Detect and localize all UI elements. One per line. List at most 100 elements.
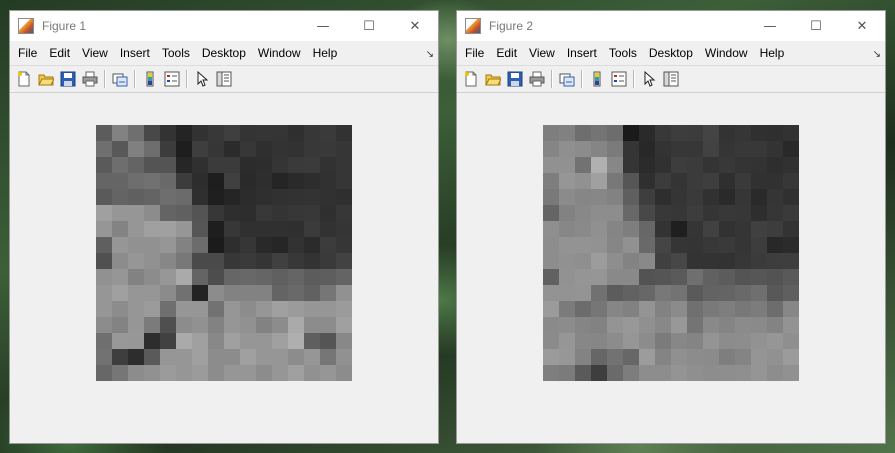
menu-tools[interactable]: Tools [603,41,643,65]
image-pixel [208,189,224,205]
image-axes[interactable] [543,125,799,381]
image-pixel [160,317,176,333]
image-pixel [543,237,559,253]
insert-legend-icon[interactable] [609,69,629,89]
image-pixel [176,365,192,381]
title-bar[interactable]: Figure 1 — ☐ ✕ [10,11,438,41]
save-icon[interactable] [58,69,78,89]
edit-plot-icon[interactable] [192,69,212,89]
menu-help[interactable]: Help [307,41,344,65]
image-pixel [208,157,224,173]
image-pixel [304,157,320,173]
insert-colorbar-icon[interactable] [587,69,607,89]
new-figure-icon[interactable] [461,69,481,89]
image-pixel [208,285,224,301]
image-pixel [655,253,671,269]
window-title: Figure 2 [489,19,534,33]
image-pixel [192,301,208,317]
image-pixel [671,365,687,381]
image-pixel [176,141,192,157]
image-pixel [320,221,336,237]
close-button[interactable]: ✕ [839,11,885,41]
image-pixel [224,301,240,317]
image-pixel [176,173,192,189]
new-figure-icon[interactable] [14,69,34,89]
menu-file[interactable]: File [12,41,43,65]
image-pixel [208,221,224,237]
image-pixel [304,189,320,205]
image-pixel [96,173,112,189]
menu-edit[interactable]: Edit [490,41,523,65]
menu-help[interactable]: Help [754,41,791,65]
print-icon[interactable] [80,69,100,89]
image-pixel [543,205,559,221]
dock-arrow-icon[interactable]: ↘ [873,49,881,60]
maximize-button[interactable]: ☐ [346,11,392,41]
image-pixel [687,301,703,317]
maximize-button[interactable]: ☐ [793,11,839,41]
image-pixel [112,349,128,365]
menu-tools[interactable]: Tools [156,41,196,65]
insert-colorbar-icon[interactable] [140,69,160,89]
image-pixel [559,157,575,173]
menu-insert[interactable]: Insert [114,41,156,65]
toolbar-separator [633,70,635,88]
image-pixel [687,141,703,157]
print-icon[interactable] [527,69,547,89]
image-pixel [224,333,240,349]
edit-plot-icon[interactable] [639,69,659,89]
menu-file[interactable]: File [459,41,490,65]
image-pixel [559,301,575,317]
image-pixel [192,269,208,285]
title-bar[interactable]: Figure 2 — ☐ ✕ [457,11,885,41]
image-pixel [719,141,735,157]
open-file-icon[interactable] [483,69,503,89]
image-pixel [256,317,272,333]
menu-desktop[interactable]: Desktop [643,41,699,65]
minimize-button[interactable]: — [747,11,793,41]
image-pixel [703,317,719,333]
menu-insert[interactable]: Insert [561,41,603,65]
image-axes[interactable] [96,125,352,381]
image-pixel [128,285,144,301]
image-pixel [639,157,655,173]
open-property-inspector-icon[interactable] [661,69,681,89]
insert-legend-icon[interactable] [162,69,182,89]
image-pixel [288,221,304,237]
menu-edit[interactable]: Edit [43,41,76,65]
menu-window[interactable]: Window [252,41,307,65]
image-pixel [304,141,320,157]
image-pixel [336,141,352,157]
image-pixel [559,189,575,205]
image-pixel [703,349,719,365]
image-pixel [591,349,607,365]
image-pixel [224,205,240,221]
toolbar-separator [186,70,188,88]
close-button[interactable]: ✕ [392,11,438,41]
open-property-inspector-icon[interactable] [214,69,234,89]
image-pixel [735,317,751,333]
link-plot-icon[interactable] [110,69,130,89]
menu-window[interactable]: Window [699,41,754,65]
dock-arrow-icon[interactable]: ↘ [426,49,434,60]
image-pixel [543,285,559,301]
image-pixel [144,173,160,189]
image-pixel [719,269,735,285]
image-pixel [751,125,767,141]
minimize-button[interactable]: — [300,11,346,41]
menu-view[interactable]: View [523,41,561,65]
save-icon[interactable] [505,69,525,89]
image-pixel [751,157,767,173]
image-pixel [655,365,671,381]
image-pixel [703,189,719,205]
image-pixel [192,285,208,301]
image-pixel [671,221,687,237]
menu-desktop[interactable]: Desktop [196,41,252,65]
image-pixel [288,237,304,253]
image-pixel [160,189,176,205]
image-pixel [128,253,144,269]
link-plot-icon[interactable] [557,69,577,89]
open-file-icon[interactable] [36,69,56,89]
image-pixel [224,269,240,285]
menu-view[interactable]: View [76,41,114,65]
